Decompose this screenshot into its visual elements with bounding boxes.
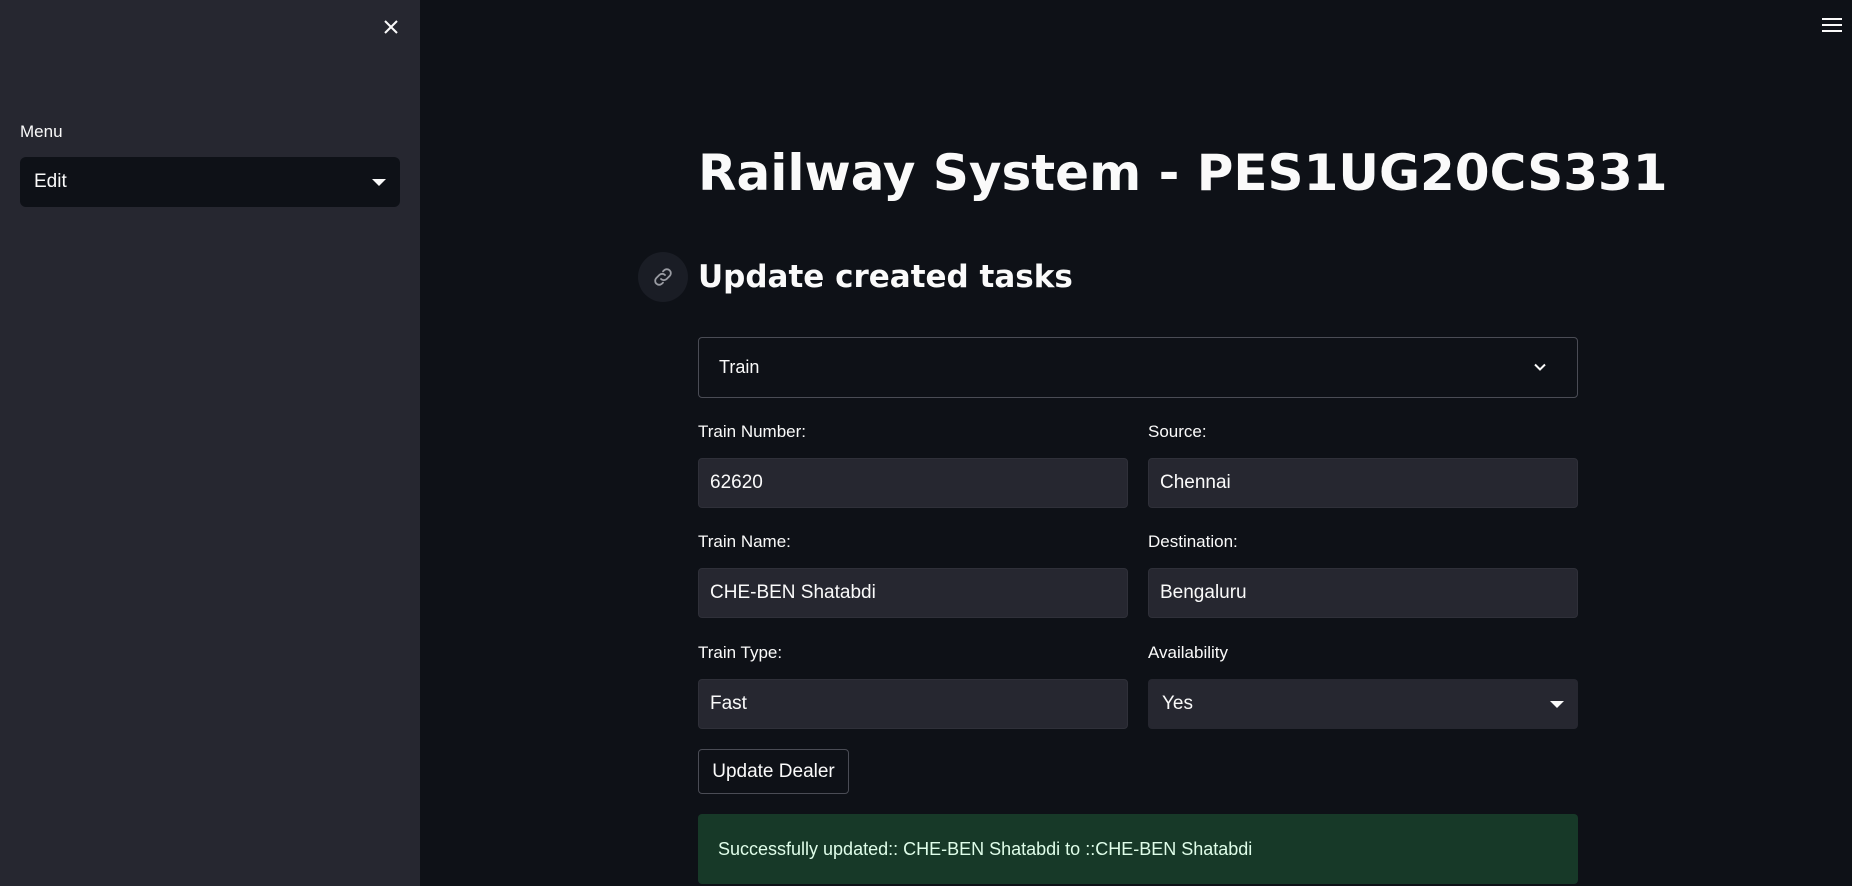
menu-select-value: Edit (34, 171, 67, 192)
close-icon[interactable] (378, 14, 404, 40)
availability-select[interactable]: Yes (1148, 679, 1578, 729)
menu-select[interactable]: Edit (20, 157, 400, 207)
caret-down-icon (1550, 701, 1564, 708)
sidebar: Menu Edit (0, 0, 420, 886)
link-icon[interactable] (638, 252, 688, 302)
entity-type-select[interactable]: Train (698, 337, 1578, 398)
success-alert: Successfully updated:: CHE-BEN Shatabdi … (698, 814, 1578, 884)
train-type-input[interactable] (698, 679, 1128, 729)
train-name-input[interactable] (698, 568, 1128, 618)
train-number-input[interactable] (698, 458, 1128, 508)
train-name-label: Train Name: (698, 532, 791, 551)
entity-type-value: Train (719, 357, 760, 377)
availability-label: Availability (1148, 643, 1229, 662)
hamburger-menu-icon[interactable] (1822, 18, 1842, 34)
train-type-label: Train Type: (698, 643, 783, 662)
availability-value: Yes (1162, 693, 1193, 714)
success-message: Successfully updated:: CHE-BEN Shatabdi … (718, 838, 1253, 859)
source-label: Source: (1148, 422, 1207, 441)
chevron-down-icon (1534, 363, 1546, 371)
source-input[interactable] (1148, 458, 1578, 508)
train-number-label: Train Number: (698, 422, 807, 441)
page-title: Railway System - PES1UG20CS331 (698, 144, 1668, 202)
update-dealer-button[interactable]: Update Dealer (698, 749, 849, 794)
caret-down-icon (372, 179, 386, 186)
section-title: Update created tasks (698, 259, 1073, 295)
menu-label: Menu (20, 122, 63, 141)
destination-label: Destination: (1148, 532, 1238, 551)
destination-input[interactable] (1148, 568, 1578, 618)
